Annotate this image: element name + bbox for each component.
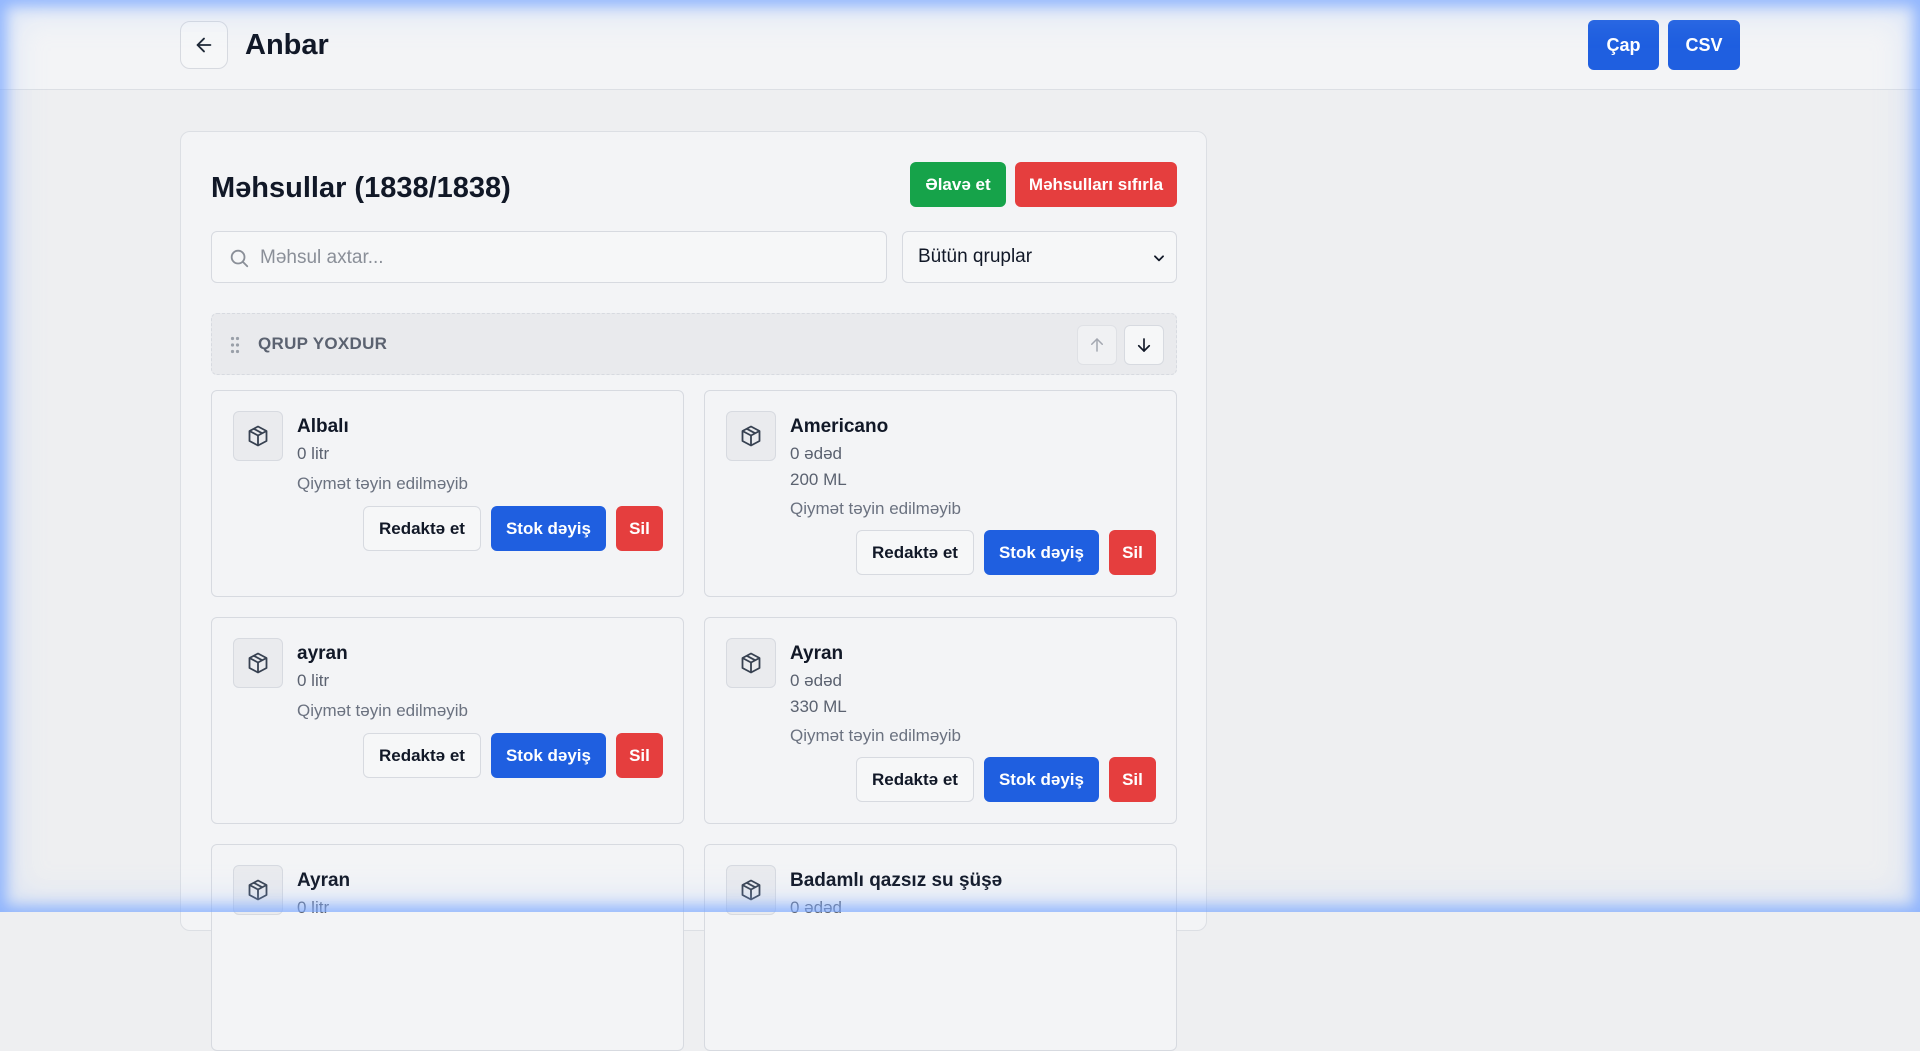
search-box — [211, 231, 887, 283]
product-card: Badamlı qazsız su şüşə 0 ədəd — [704, 844, 1177, 1051]
add-product-button[interactable]: Əlavə et — [910, 162, 1006, 207]
product-quantity: 0 litr — [297, 444, 329, 464]
products-title: Məhsullar (1838/1838) — [211, 170, 511, 206]
product-thumbnail — [233, 638, 283, 688]
product-volume: 330 ML — [790, 697, 847, 717]
reset-products-button[interactable]: Məhsulları sıfırla — [1015, 162, 1177, 207]
move-group-up-button[interactable] — [1077, 325, 1117, 365]
arrow-down-icon — [1135, 336, 1153, 354]
group-header: QRUP YOXDUR — [211, 313, 1177, 375]
package-icon — [739, 424, 763, 448]
product-name: Americano — [790, 416, 888, 438]
product-name: Albalı — [297, 416, 349, 438]
back-button[interactable] — [180, 21, 228, 69]
move-group-down-button[interactable] — [1124, 325, 1164, 365]
product-name: ayran — [297, 643, 348, 665]
product-name: Ayran — [297, 870, 350, 892]
product-thumbnail — [726, 638, 776, 688]
edit-button[interactable]: Redaktə et — [363, 733, 481, 778]
product-card: Ayran 0 ədəd 330 ML Qiymət təyin edilməy… — [704, 617, 1177, 824]
product-actions: Redaktə et Stok dəyiş Sil — [363, 733, 663, 778]
arrow-left-icon — [193, 34, 215, 56]
group-name: QRUP YOXDUR — [258, 334, 387, 354]
delete-button[interactable]: Sil — [616, 506, 663, 551]
product-price: Qiymət təyin edilməyib — [790, 726, 961, 746]
delete-button[interactable]: Sil — [616, 733, 663, 778]
product-quantity: 0 ədəd — [790, 898, 842, 918]
product-actions: Redaktə et Stok dəyiş Sil — [363, 506, 663, 551]
products-panel: Məhsullar (1838/1838) Əlavə et Məhsullar… — [180, 131, 1207, 931]
product-actions: Redaktə et Stok dəyiş Sil — [856, 530, 1156, 575]
product-card: ayran 0 litr Qiymət təyin edilməyib Reda… — [211, 617, 684, 824]
package-icon — [246, 424, 270, 448]
print-button[interactable]: Çap — [1588, 20, 1659, 70]
package-icon — [739, 651, 763, 675]
edit-button[interactable]: Redaktə et — [856, 530, 974, 575]
drag-handle-icon[interactable] — [230, 336, 240, 354]
product-price: Qiymət təyin edilməyib — [790, 499, 961, 519]
product-quantity: 0 ədəd — [790, 444, 842, 464]
group-filter-value: Bütün qruplar — [918, 246, 1032, 268]
group-filter-select[interactable]: Bütün qruplar — [902, 231, 1177, 283]
product-card: Americano 0 ədəd 200 ML Qiymət təyin edi… — [704, 390, 1177, 597]
product-name: Badamlı qazsız su şüşə — [790, 870, 1002, 892]
arrow-up-icon — [1088, 336, 1106, 354]
delete-button[interactable]: Sil — [1109, 530, 1156, 575]
top-bar: Anbar Çap CSV — [0, 0, 1920, 90]
package-icon — [246, 878, 270, 902]
product-name: Ayran — [790, 643, 843, 665]
product-quantity: 0 ədəd — [790, 671, 842, 691]
package-icon — [246, 651, 270, 675]
change-stock-button[interactable]: Stok dəyiş — [491, 506, 606, 551]
product-quantity: 0 litr — [297, 671, 329, 691]
page-title: Anbar — [245, 27, 329, 63]
product-price: Qiymət təyin edilməyib — [297, 474, 468, 494]
product-search-input[interactable] — [258, 232, 872, 284]
delete-button[interactable]: Sil — [1109, 757, 1156, 802]
product-quantity: 0 litr — [297, 898, 329, 918]
change-stock-button[interactable]: Stok dəyiş — [984, 530, 1099, 575]
product-volume: 200 ML — [790, 470, 847, 490]
change-stock-button[interactable]: Stok dəyiş — [984, 757, 1099, 802]
chevron-down-icon — [1152, 251, 1166, 265]
search-icon — [228, 247, 250, 269]
change-stock-button[interactable]: Stok dəyiş — [491, 733, 606, 778]
product-price: Qiymət təyin edilməyib — [297, 701, 468, 721]
edit-button[interactable]: Redaktə et — [363, 506, 481, 551]
product-thumbnail — [726, 865, 776, 915]
product-thumbnail — [233, 411, 283, 461]
product-card: Albalı 0 litr Qiymət təyin edilməyib Red… — [211, 390, 684, 597]
csv-export-button[interactable]: CSV — [1668, 20, 1740, 70]
product-thumbnail — [233, 865, 283, 915]
product-thumbnail — [726, 411, 776, 461]
product-actions: Redaktə et Stok dəyiş Sil — [856, 757, 1156, 802]
edit-button[interactable]: Redaktə et — [856, 757, 974, 802]
product-card: Ayran 0 litr — [211, 844, 684, 1051]
package-icon — [739, 878, 763, 902]
